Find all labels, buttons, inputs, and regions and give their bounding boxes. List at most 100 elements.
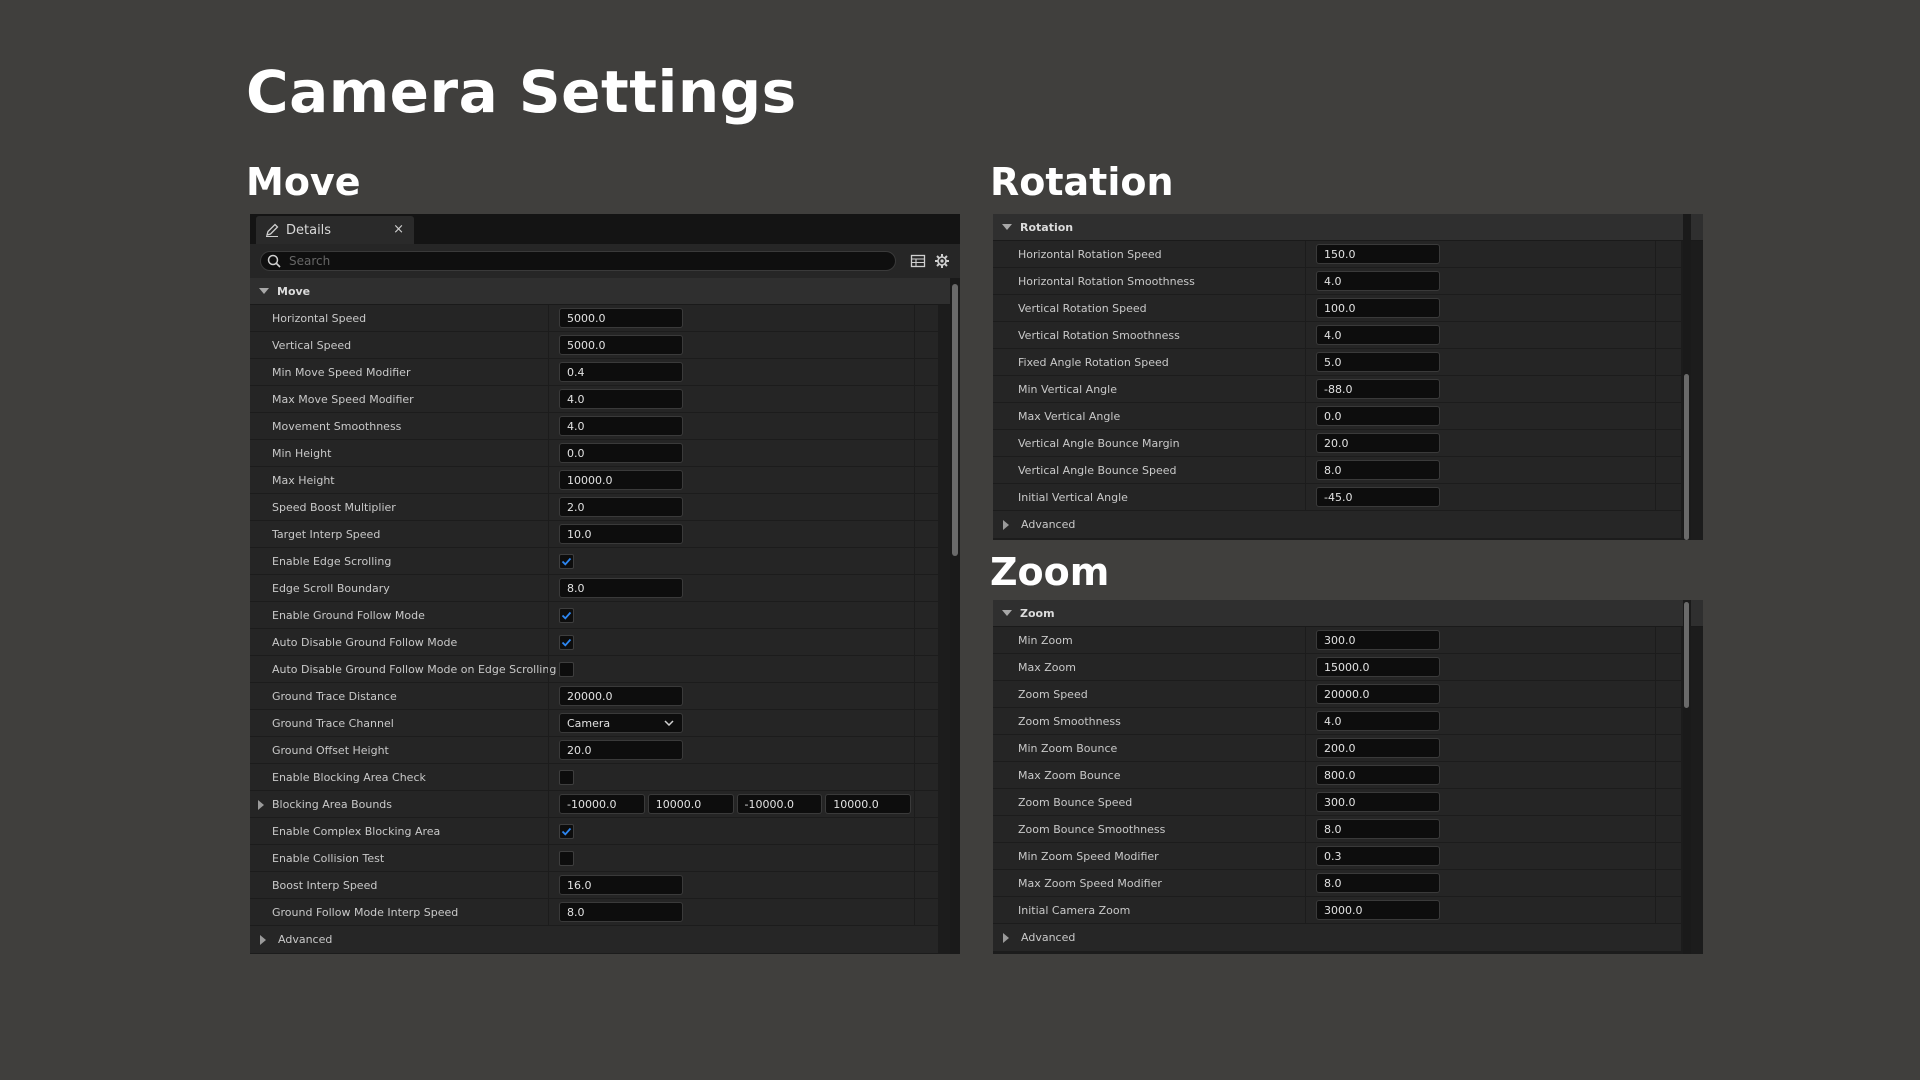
advanced-section[interactable]: Advanced: [250, 926, 938, 953]
ground-trace-distance-field[interactable]: 20000.0: [559, 686, 683, 706]
table-view-icon[interactable]: [910, 253, 926, 269]
collapse-arrow-icon[interactable]: [259, 288, 269, 294]
max-height-field[interactable]: 10000.0: [559, 470, 683, 490]
ground-follow-mode-interp-speed-field[interactable]: 8.0: [559, 902, 683, 922]
search-box[interactable]: [260, 251, 896, 271]
zoom-scroll-thumb[interactable]: [1684, 602, 1689, 708]
collapse-arrow-icon[interactable]: [1002, 610, 1012, 616]
vertical-speed-field[interactable]: 5000.0: [559, 335, 683, 355]
reset-cell: [1655, 241, 1681, 267]
ground-trace-channel-dropdown[interactable]: Camera: [559, 713, 683, 733]
auto-disable-ground-follow-mode-on-edge-scrolling-checkbox[interactable]: [559, 661, 574, 677]
blocking-area-bounds-field-1[interactable]: -10000.0: [559, 794, 645, 814]
expand-arrow-icon[interactable]: [1003, 932, 1009, 943]
rotation-details-panel: Rotation Horizontal Rotation Speed 150.0 Ho…: [993, 214, 1703, 540]
min-vertical-angle-field[interactable]: -88.0: [1316, 379, 1440, 399]
property-label: Max Zoom: [1018, 660, 1076, 674]
zoom-bounce-speed-field[interactable]: 300.0: [1316, 792, 1440, 812]
speed-boost-multiplier-field[interactable]: 2.0: [559, 497, 683, 517]
expand-arrow-icon[interactable]: [258, 800, 264, 810]
initial-camera-zoom-field[interactable]: 3000.0: [1316, 900, 1440, 920]
rotation-scrollbar[interactable]: [1683, 214, 1691, 540]
close-icon[interactable]: ×: [393, 222, 404, 237]
zoom-scrollbar[interactable]: [1683, 600, 1691, 954]
max-zoom-field[interactable]: 15000.0: [1316, 657, 1440, 677]
enable-edge-scrolling-checkbox[interactable]: [559, 553, 574, 569]
value-cell: 4.0: [548, 386, 914, 412]
max-vertical-angle-field[interactable]: 0.0: [1316, 406, 1440, 426]
expand-arrow-icon[interactable]: [1003, 519, 1009, 530]
property-row-max-height: Max Height 10000.0: [250, 467, 938, 494]
edge-scroll-boundary-field[interactable]: 8.0: [559, 578, 683, 598]
target-interp-speed-field[interactable]: 10.0: [559, 524, 683, 544]
initial-vertical-angle-field[interactable]: -45.0: [1316, 487, 1440, 507]
property-label: Horizontal Rotation Speed: [1018, 247, 1162, 261]
property-row-enable-blocking-area-check: Enable Blocking Area Check: [250, 764, 938, 791]
value-cell: 3000.0: [1305, 897, 1655, 923]
max-move-speed-modifier-field[interactable]: 4.0: [559, 389, 683, 409]
property-label: Auto Disable Ground Follow Mode on Edge …: [272, 662, 557, 676]
value-cell: 300.0: [1305, 789, 1655, 815]
enable-blocking-area-check-checkbox[interactable]: [559, 769, 574, 785]
move-scroll-thumb[interactable]: [952, 284, 958, 556]
property-row-min-vertical-angle: Min Vertical Angle -88.0: [993, 376, 1681, 403]
enable-complex-blocking-area-checkbox[interactable]: [559, 823, 574, 839]
expand-arrow-icon[interactable]: [260, 934, 266, 945]
horizontal-rotation-smoothness-field[interactable]: 4.0: [1316, 271, 1440, 291]
value-cell: 2.0: [548, 494, 914, 520]
enable-ground-follow-mode-checkbox[interactable]: [559, 607, 574, 623]
property-row-min-move-speed-modifier: Min Move Speed Modifier 0.4: [250, 359, 938, 386]
max-zoom-speed-modifier-field[interactable]: 8.0: [1316, 873, 1440, 893]
blocking-area-bounds-field-3[interactable]: -10000.0: [736, 794, 823, 814]
fixed-angle-rotation-speed-field[interactable]: 5.0: [1316, 352, 1440, 372]
property-label: Vertical Angle Bounce Speed: [1018, 463, 1177, 477]
value-cell: [548, 656, 914, 682]
reset-cell: [914, 818, 938, 844]
search-input[interactable]: [289, 254, 869, 268]
blocking-area-bounds-field-4[interactable]: 10000.0: [825, 794, 911, 814]
property-row-vertical-rotation-speed: Vertical Rotation Speed 100.0: [993, 295, 1681, 322]
zoom-bounce-smoothness-field[interactable]: 8.0: [1316, 819, 1440, 839]
zoom-category-header[interactable]: Zoom: [993, 600, 1703, 627]
value-cell: 0.3: [1305, 843, 1655, 869]
ground-offset-height-field[interactable]: 20.0: [559, 740, 683, 760]
min-zoom-speed-modifier-field[interactable]: 0.3: [1316, 846, 1440, 866]
reset-cell: [1655, 457, 1681, 483]
value-cell: 15000.0: [1305, 654, 1655, 680]
rotation-category-header[interactable]: Rotation: [993, 214, 1703, 241]
vertical-rotation-smoothness-field[interactable]: 4.0: [1316, 325, 1440, 345]
rotation-scroll-thumb[interactable]: [1684, 374, 1689, 540]
min-move-speed-modifier-field[interactable]: 0.4: [559, 362, 683, 382]
move-scrollbar[interactable]: [950, 278, 960, 954]
value-cell: [548, 629, 914, 655]
advanced-section[interactable]: Advanced: [993, 924, 1681, 951]
boost-interp-speed-field[interactable]: 16.0: [559, 875, 683, 895]
auto-disable-ground-follow-mode-checkbox[interactable]: [559, 634, 574, 650]
reset-cell: [1655, 816, 1681, 842]
zoom-details-panel: Zoom Min Zoom 300.0 Max Zoom 15000.0 Zoom Spe…: [993, 600, 1703, 954]
checkmark-icon: [561, 610, 572, 621]
horizontal-speed-field[interactable]: 5000.0: [559, 308, 683, 328]
advanced-section[interactable]: Advanced: [993, 511, 1681, 538]
move-category-header[interactable]: Move: [250, 278, 960, 305]
vertical-angle-bounce-margin-field[interactable]: 20.0: [1316, 433, 1440, 453]
blocking-area-bounds-field-2[interactable]: 10000.0: [647, 794, 734, 814]
collapse-arrow-icon[interactable]: [1002, 224, 1012, 230]
vertical-rotation-speed-field[interactable]: 100.0: [1316, 298, 1440, 318]
enable-collision-test-checkbox[interactable]: [559, 850, 574, 866]
min-zoom-field[interactable]: 300.0: [1316, 630, 1440, 650]
vertical-angle-bounce-speed-field[interactable]: 8.0: [1316, 460, 1440, 480]
horizontal-rotation-speed-field[interactable]: 150.0: [1316, 244, 1440, 264]
min-height-field[interactable]: 0.0: [559, 443, 683, 463]
movement-smoothness-field[interactable]: 4.0: [559, 416, 683, 436]
zoom-speed-field[interactable]: 20000.0: [1316, 684, 1440, 704]
property-label: Initial Vertical Angle: [1018, 490, 1128, 504]
details-tab[interactable]: Details ×: [256, 216, 414, 244]
property-row-fixed-angle-rotation-speed: Fixed Angle Rotation Speed 5.0: [993, 349, 1681, 376]
min-zoom-bounce-field[interactable]: 200.0: [1316, 738, 1440, 758]
zoom-smoothness-field[interactable]: 4.0: [1316, 711, 1440, 731]
property-row-ground-trace-distance: Ground Trace Distance 20000.0: [250, 683, 938, 710]
max-zoom-bounce-field[interactable]: 800.0: [1316, 765, 1440, 785]
gear-icon[interactable]: [934, 253, 950, 269]
pencil-icon: [266, 223, 279, 237]
